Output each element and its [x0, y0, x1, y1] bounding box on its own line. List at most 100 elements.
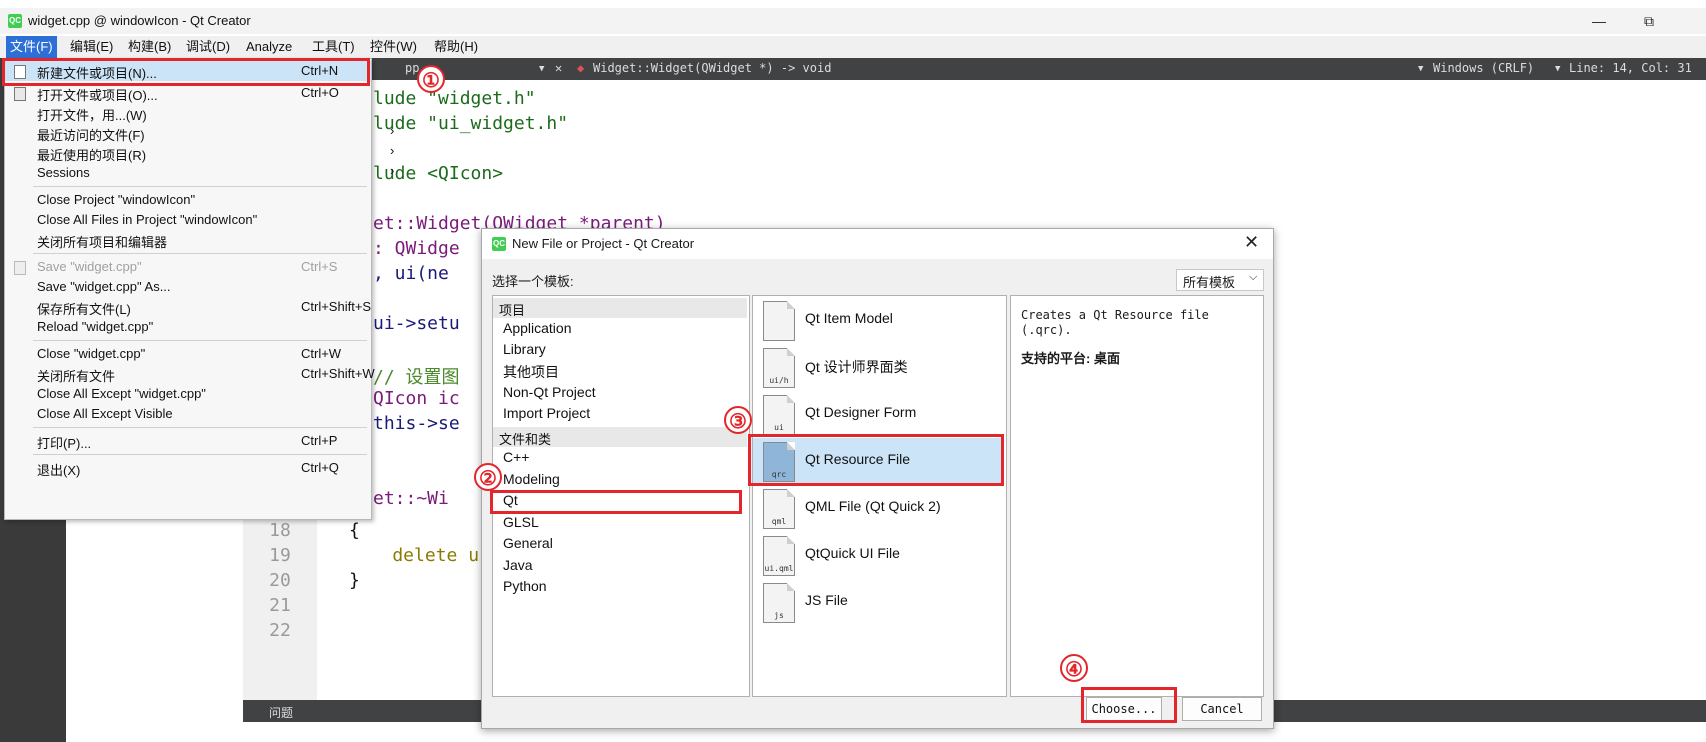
line-number: 22: [269, 620, 291, 641]
cursor-position: Line: 14, Col: 31: [1569, 61, 1692, 75]
code-line[interactable]: // 设置图: [373, 363, 460, 389]
minimize-button[interactable]: —: [1584, 11, 1614, 31]
menu-item-label: 打开文件或项目(O)...: [37, 88, 158, 103]
template-qt-item-model[interactable]: Qt Item Model: [753, 297, 1004, 343]
file-combo-arrow-icon[interactable]: ▼: [539, 64, 544, 74]
menu-item-save-as[interactable]: Save "widget.cpp" As...: [5, 277, 371, 297]
menu-item-label: 最近访问的文件(F): [37, 128, 145, 143]
category-import-project[interactable]: Import Project: [503, 405, 590, 421]
menu-item-open-file-with[interactable]: 打开文件，用...(W): [5, 103, 371, 123]
category-python[interactable]: Python: [503, 578, 547, 594]
function-tag-icon: ◆: [577, 61, 585, 75]
annotation-marker-2: ②: [474, 463, 502, 491]
menu-item-recent-files[interactable]: 最近访问的文件(F) ›: [5, 123, 394, 143]
menu-item-save[interactable]: Save "widget.cpp" Ctrl+S: [5, 257, 371, 277]
submenu-arrow-icon: ›: [390, 143, 395, 158]
template-label: JS File: [805, 592, 848, 608]
template-description: Creates a Qt Resource file (.qrc). 支持的平台…: [1010, 295, 1264, 697]
template-qtquick-ui-file[interactable]: ui.qml QtQuick UI File: [753, 532, 1004, 578]
file-icon: ui: [763, 395, 795, 435]
code-line[interactable]: lude "widget.h": [373, 88, 536, 109]
template-js-file[interactable]: js JS File: [753, 579, 1004, 625]
menu-item-close-all-except[interactable]: Close All Except "widget.cpp": [5, 384, 371, 404]
menu-separator: [33, 340, 367, 341]
code-line[interactable]: QIcon ic: [373, 388, 460, 409]
code-line[interactable]: {: [349, 520, 360, 541]
menu-debug[interactable]: 调试(D): [182, 36, 234, 58]
annotation-box-new-file: [2, 58, 370, 86]
qt-creator-logo-icon: QC: [492, 237, 506, 251]
category-other-project[interactable]: 其他项目: [503, 362, 559, 382]
menu-item-label: Close All Except "widget.cpp": [37, 386, 206, 401]
menu-item-reload[interactable]: Reload "widget.cpp": [5, 317, 371, 337]
menu-item-save-all[interactable]: 保存所有文件(L) Ctrl+Shift+S: [5, 297, 371, 317]
menu-item-label: 打印(P)...: [37, 436, 92, 451]
category-application[interactable]: Application: [503, 320, 572, 336]
code-line[interactable]: lude "ui_widget.h": [373, 113, 568, 134]
category-library[interactable]: Library: [503, 341, 546, 357]
cancel-button[interactable]: Cancel: [1182, 697, 1262, 721]
menu-item-close-all-except-visible[interactable]: Close All Except Visible: [5, 404, 371, 424]
menu-build[interactable]: 构建(B): [124, 36, 175, 58]
menu-item-label: 保存所有文件(L): [37, 302, 131, 317]
code-line[interactable]: this->se: [373, 413, 460, 434]
window-title: widget.cpp @ windowIcon - Qt Creator: [28, 13, 251, 28]
line-ending-arrow-icon[interactable]: ▼: [1418, 64, 1423, 74]
menu-bar: 文件(F) 编辑(E) 构建(B) 调试(D) Analyze 工具(T) 控件…: [0, 36, 1706, 58]
menu-help[interactable]: 帮助(H): [430, 36, 482, 58]
menu-item-label: Reload "widget.cpp": [37, 319, 154, 334]
menu-item-print[interactable]: 打印(P)... Ctrl+P: [5, 431, 371, 451]
line-ending-combo[interactable]: Windows (CRLF): [1433, 61, 1534, 75]
menu-separator: [33, 186, 367, 187]
code-line[interactable]: et::~Wi: [373, 488, 449, 509]
menu-item-open-file-or-project[interactable]: 打开文件或项目(O)... Ctrl+O: [5, 83, 371, 103]
annotation-marker-1: ①: [417, 65, 445, 93]
menu-item-recent-projects[interactable]: 最近使用的项目(R) ›: [5, 143, 394, 163]
menu-item-close-all[interactable]: 关闭所有文件 Ctrl+Shift+W: [5, 364, 375, 384]
template-qml-file[interactable]: qml QML File (Qt Quick 2): [753, 485, 1004, 531]
line-number: 18: [269, 520, 291, 541]
menu-item-close[interactable]: Close "widget.cpp" Ctrl+W: [5, 344, 371, 364]
menu-item-label: 关闭所有文件: [37, 369, 116, 384]
menu-separator: [33, 253, 367, 254]
save-icon: [14, 261, 26, 275]
template-qt-designer-form[interactable]: ui Qt Designer Form: [753, 391, 1004, 437]
dialog-close-icon[interactable]: ✕: [1244, 232, 1259, 253]
menu-analyze[interactable]: Analyze: [242, 36, 296, 58]
menu-item-label: Save "widget.cpp": [37, 259, 142, 274]
filter-label: 所有模板: [1183, 275, 1236, 290]
menu-item-sessions[interactable]: Sessions ›: [5, 163, 394, 183]
menu-item-label: Close All Files in Project "windowIcon": [37, 212, 258, 227]
function-combo[interactable]: Widget::Widget(QWidget *) -> void: [593, 61, 831, 75]
code-line[interactable]: delete u: [349, 545, 479, 566]
category-general[interactable]: General: [503, 535, 553, 551]
code-line[interactable]: }: [349, 570, 360, 591]
menu-item-close-all-projects-editors[interactable]: 关闭所有项目和编辑器: [5, 230, 371, 250]
template-filter-combo[interactable]: 所有模板 ⌵: [1176, 269, 1264, 291]
category-non-qt-project[interactable]: Non-Qt Project: [503, 384, 596, 400]
code-line[interactable]: , ui(ne: [373, 263, 449, 284]
menu-controls[interactable]: 控件(W): [366, 36, 421, 58]
title-bar: QC widget.cpp @ windowIcon - Qt Creator …: [0, 8, 1706, 34]
category-cpp[interactable]: C++: [503, 449, 529, 465]
position-arrow-icon[interactable]: ▼: [1555, 64, 1560, 74]
menu-item-exit[interactable]: 退出(X) Ctrl+Q: [5, 458, 371, 478]
template-qt-designer-class[interactable]: ui/h Qt 设计师界面类: [753, 344, 1004, 390]
menu-item-close-project[interactable]: Close Project "windowIcon": [5, 190, 371, 210]
code-line[interactable]: ui->setu: [373, 313, 460, 334]
issues-pane-tab[interactable]: 问题: [269, 704, 293, 721]
menu-file[interactable]: 文件(F): [6, 36, 57, 58]
file-menu: 新建文件或项目(N)... Ctrl+N 打开文件或项目(O)... Ctrl+…: [4, 58, 394, 520]
category-java[interactable]: Java: [503, 557, 533, 573]
close-editor-icon[interactable]: ✕: [555, 61, 562, 75]
menu-tools[interactable]: 工具(T): [308, 36, 359, 58]
menu-item-close-all-files-in-project[interactable]: Close All Files in Project "windowIcon": [5, 210, 371, 230]
restore-button[interactable]: ⧉: [1634, 11, 1664, 31]
menu-item-label: Save "widget.cpp" As...: [37, 279, 171, 294]
menu-item-label: Close Project "windowIcon": [37, 192, 196, 207]
code-line[interactable]: : QWidge: [373, 238, 460, 259]
menu-edit[interactable]: 编辑(E): [66, 36, 117, 58]
category-modeling[interactable]: Modeling: [503, 471, 560, 487]
file-icon: ui.qml: [763, 536, 795, 576]
category-glsl[interactable]: GLSL: [503, 514, 539, 530]
